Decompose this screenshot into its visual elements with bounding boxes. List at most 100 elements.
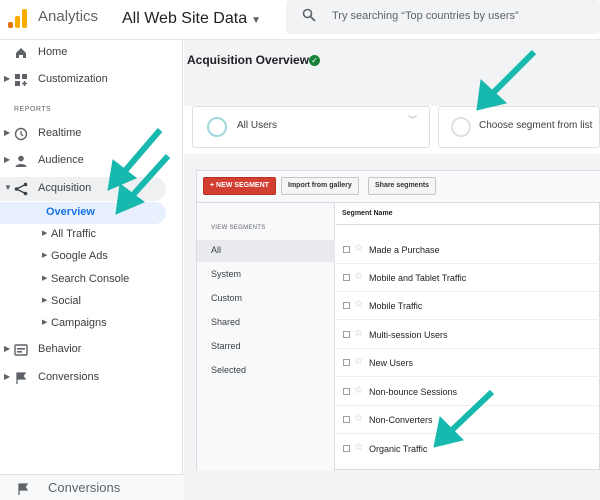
view-segments-heading: VIEW SEGMENTS (211, 225, 266, 231)
segment-list: Segment Name ☆ Made a Purchase ☆ Mobile an… (336, 203, 600, 471)
sidebar-item-behavior[interactable]: ▶ Behavior (0, 338, 183, 362)
segment-row-label: Non-Converters (369, 415, 433, 425)
segment-checkbox[interactable] (343, 274, 350, 281)
search-placeholder: Try searching “Top countries by users” (332, 10, 519, 22)
segment-label: Choose segment from list (479, 120, 593, 131)
segment-row[interactable]: ☆ Organic Traffic (336, 435, 600, 463)
sidebar-subitem-search-console[interactable]: ▶ Search Console (0, 269, 183, 291)
view-segment-system[interactable]: System (197, 264, 335, 286)
star-icon[interactable]: ☆ (354, 328, 363, 339)
sidebar-item-conversions[interactable]: ▶ Conversions (0, 366, 183, 390)
sidebar-item-customization[interactable]: ▶ Customization (0, 68, 183, 92)
segment-card-choose[interactable]: Choose segment from list (438, 106, 600, 148)
view-segment-shared[interactable]: Shared (197, 312, 335, 334)
analytics-logo-icon[interactable] (8, 8, 28, 28)
search-bar[interactable]: Try searching “Top countries by users” (286, 0, 600, 34)
sidebar-subitem-google-ads[interactable]: ▶ Google Ads (0, 246, 183, 268)
segment-checkbox[interactable] (343, 331, 350, 338)
segment-row-label: Non-bounce Sessions (369, 387, 458, 397)
sidebar-subitem-all-traffic[interactable]: ▶ All Traffic (0, 224, 183, 246)
view-segment-label: Shared (211, 317, 241, 327)
view-segment-label: All (211, 245, 222, 255)
segment-checkbox[interactable] (343, 359, 350, 366)
clock-icon (14, 127, 28, 141)
segment-checkbox[interactable] (343, 388, 350, 395)
segment-row[interactable]: ☆ New Users (336, 349, 600, 377)
behavior-icon (14, 344, 28, 356)
collapse-arrow-icon: ▼ (4, 183, 12, 192)
segment-row[interactable]: ☆ Made a Purchase (336, 236, 600, 264)
bottom-conversions-label: Conversions (48, 480, 121, 495)
person-icon (15, 155, 27, 167)
sidebar-item-audience[interactable]: ▶ Audience (0, 149, 183, 173)
segment-strip: All Users ﹀ Choose segment from list (184, 106, 600, 154)
expand-arrow-icon: ▶ (4, 74, 11, 83)
expand-arrow-icon: ▶ (42, 252, 48, 259)
segment-row-label: Organic Traffic (369, 444, 428, 454)
sidebar-item-label: Customization (38, 73, 108, 85)
segment-checkbox[interactable] (343, 302, 350, 309)
top-bar: Analytics All Web Site Data ▼ Try searchi… (0, 0, 600, 40)
sidebar-subitem-label: All Traffic (51, 228, 97, 240)
share-segments-button[interactable]: Share segments (368, 177, 437, 195)
flag-icon (18, 483, 29, 495)
segment-row[interactable]: ☆ Mobile Traffic (336, 292, 600, 320)
view-segment-custom[interactable]: Custom (197, 288, 335, 310)
expand-arrow-icon: ▶ (4, 372, 11, 381)
app-title: Analytics (38, 8, 99, 25)
sidebar-subitem-campaigns[interactable]: ▶ Campaigns (0, 313, 183, 335)
verified-check-icon: ✓ (309, 55, 320, 66)
star-icon[interactable]: ☆ (354, 413, 363, 424)
expand-arrow-icon: ▶ (42, 230, 48, 237)
search-icon (302, 8, 316, 22)
reports-heading: REPORTS (14, 106, 52, 113)
star-icon[interactable]: ☆ (354, 385, 363, 396)
segment-label: All Users (237, 120, 278, 131)
star-icon[interactable]: ☆ (354, 271, 363, 282)
segment-row[interactable]: ☆ Non-bounce Sessions (336, 378, 600, 406)
segment-row-label: New Users (369, 358, 414, 368)
sidebar-subitem-label: Google Ads (51, 250, 108, 262)
page-title: Acquisition Overview (187, 53, 310, 67)
star-icon[interactable]: ☆ (354, 299, 363, 310)
segment-checkbox[interactable] (343, 246, 350, 253)
chevron-down-icon[interactable]: ﹀ (408, 113, 417, 126)
sidebar-item-realtime[interactable]: ▶ Realtime (0, 122, 183, 146)
segment-ring-icon (451, 117, 471, 137)
main-content: Acquisition Overview ✓ All Users ﹀ Choos… (184, 40, 600, 500)
segment-row[interactable]: ☆ Non-Converters (336, 406, 600, 434)
sidebar-subitem-social[interactable]: ▶ Social (0, 291, 183, 313)
star-icon[interactable]: ☆ (354, 356, 363, 367)
property-selector[interactable]: All Web Site Data ▼ (122, 10, 261, 28)
sidebar-item-acquisition[interactable]: ▼ Acquisition (0, 177, 166, 201)
caret-down-icon: ▼ (251, 15, 261, 26)
segment-card-all-users[interactable]: All Users ﹀ (192, 106, 430, 148)
view-segment-label: Custom (211, 293, 243, 303)
star-icon[interactable]: ☆ (354, 442, 363, 453)
segment-checkbox[interactable] (343, 416, 350, 423)
segment-name-column: Segment Name (342, 210, 393, 217)
view-segment-label: System (211, 269, 242, 279)
star-icon[interactable]: ☆ (354, 243, 363, 254)
segment-row[interactable]: ☆ Multi-session Users (336, 321, 600, 349)
sidebar-subitem-label: Overview (46, 206, 95, 218)
sidebar-item-home[interactable]: Home (0, 41, 183, 65)
expand-arrow-icon: ▶ (42, 319, 48, 326)
expand-arrow-icon: ▶ (42, 297, 48, 304)
sidebar-subitem-label: Campaigns (51, 317, 107, 329)
sidebar-subitem-label: Search Console (51, 273, 130, 285)
view-segment-selected[interactable]: Selected (197, 360, 335, 382)
view-segment-starred[interactable]: Starred (197, 336, 335, 358)
expand-arrow-icon: ▶ (4, 344, 11, 353)
customization-icon (15, 74, 27, 86)
segment-ring-icon (207, 117, 227, 137)
import-from-gallery-button[interactable]: Import from gallery (281, 177, 359, 195)
sidebar-subitem-overview[interactable]: Overview (0, 202, 166, 224)
view-segment-all[interactable]: All (197, 240, 335, 262)
segment-row[interactable]: ☆ Mobile and Tablet Traffic (336, 264, 600, 292)
new-segment-button[interactable]: + NEW SEGMENT (203, 177, 276, 195)
sidebar-subitem-label: Social (51, 295, 81, 307)
view-segment-label: Selected (211, 365, 247, 375)
segment-checkbox[interactable] (343, 445, 350, 452)
expand-arrow-icon: ▶ (4, 128, 11, 137)
